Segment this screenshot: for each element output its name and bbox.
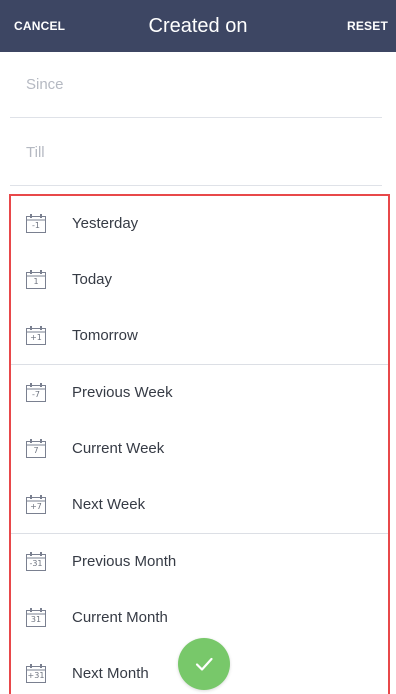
preset-group-day: -1 Yesterday 1 Today +1 Tomorrow	[11, 196, 388, 364]
calendar-icon: 7	[25, 437, 47, 459]
preset-label: Today	[72, 271, 113, 288]
preset-label: Yesterday	[72, 215, 139, 232]
preset-previous-week[interactable]: -7 Previous Week	[11, 365, 388, 421]
reset-button[interactable]: RESET	[347, 0, 388, 52]
since-input[interactable]	[24, 52, 368, 116]
preset-list: -1 Yesterday 1 Today +1 Tomorrow -7 Prev…	[9, 194, 390, 694]
calendar-icon: +1	[25, 324, 47, 346]
preset-label: Next Month	[72, 665, 149, 682]
calendar-icon: -1	[25, 212, 47, 234]
calendar-icon-number: -1	[32, 221, 40, 230]
preset-label: Next Week	[72, 496, 146, 513]
preset-label: Current Week	[72, 440, 165, 457]
preset-label: Previous Month	[72, 553, 177, 570]
since-field[interactable]	[10, 52, 382, 118]
calendar-icon-number: -31	[29, 559, 43, 568]
calendar-icon: -7	[25, 381, 47, 403]
checkmark-icon	[195, 657, 213, 671]
calendar-icon: +31	[25, 662, 47, 684]
calendar-icon: -31	[25, 550, 47, 572]
till-input[interactable]	[24, 120, 368, 184]
header-bar: CANCEL Created on RESET	[0, 0, 396, 52]
calendar-icon: +7	[25, 493, 47, 515]
apply-button[interactable]	[178, 638, 230, 690]
calendar-icon: 31	[25, 606, 47, 628]
preset-today[interactable]: 1 Today	[11, 252, 388, 308]
preset-label: Tomorrow	[72, 327, 138, 344]
page-title: Created on	[148, 15, 248, 37]
preset-next-week[interactable]: +7 Next Week	[11, 477, 388, 533]
calendar-icon-number: +7	[30, 502, 42, 511]
till-field[interactable]	[10, 120, 382, 186]
preset-group-week: -7 Previous Week 7 Current Week +7 Next …	[11, 364, 388, 533]
calendar-icon-number: +1	[30, 333, 42, 342]
calendar-icon-number: 31	[30, 615, 42, 624]
preset-yesterday[interactable]: -1 Yesterday	[11, 196, 388, 252]
preset-label: Current Month	[72, 609, 168, 626]
calendar-icon-number: -7	[32, 390, 40, 399]
calendar-icon: 1	[25, 268, 47, 290]
calendar-icon-number: 1	[33, 277, 39, 286]
preset-label: Previous Week	[72, 384, 173, 401]
preset-current-week[interactable]: 7 Current Week	[11, 421, 388, 477]
preset-previous-month[interactable]: -31 Previous Month	[11, 534, 388, 590]
calendar-icon-number: 7	[33, 446, 39, 455]
preset-tomorrow[interactable]: +1 Tomorrow	[11, 308, 388, 364]
calendar-icon-number: +31	[27, 671, 45, 680]
